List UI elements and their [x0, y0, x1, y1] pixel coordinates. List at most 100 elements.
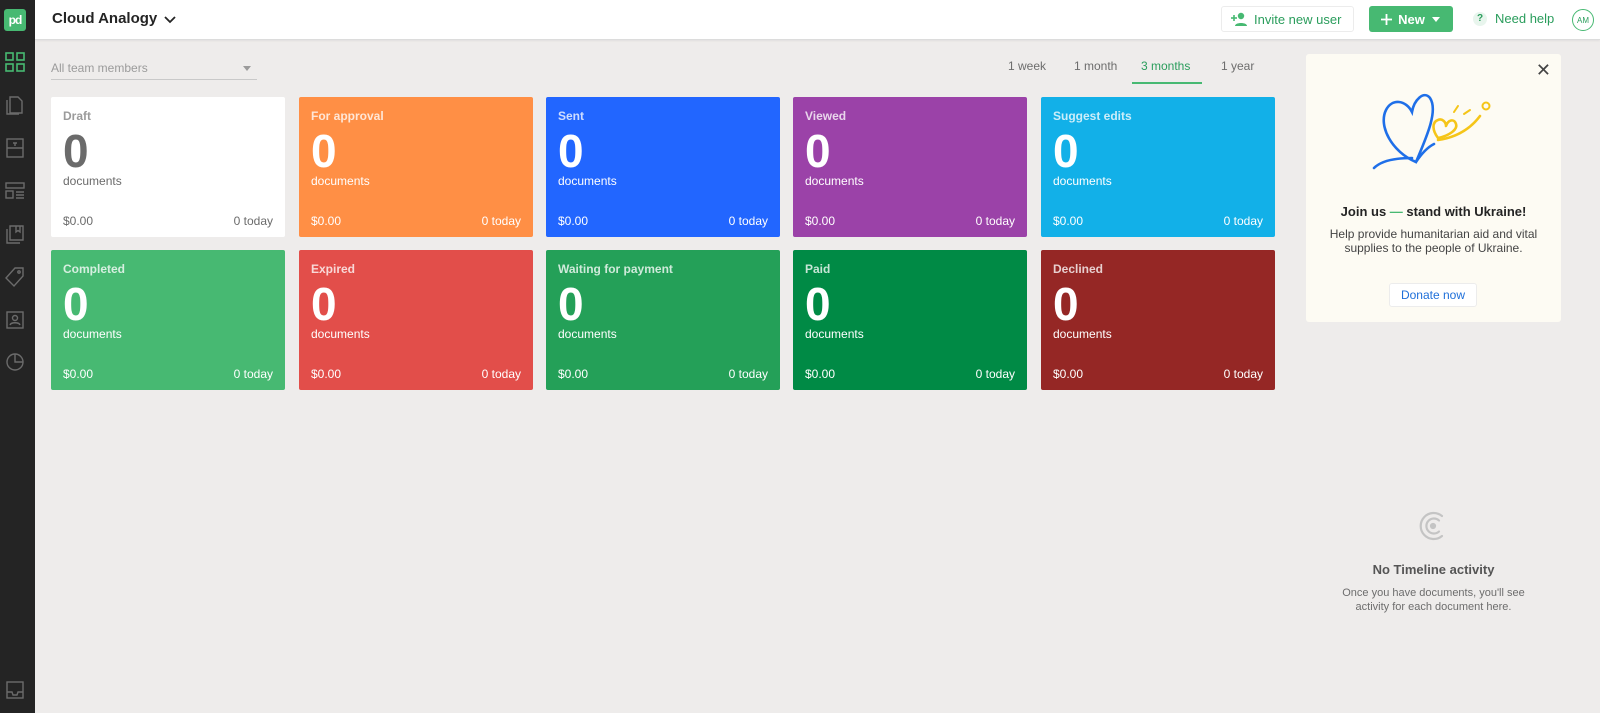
card-title: Paid [805, 262, 831, 276]
caret-down-icon [243, 65, 251, 71]
card-today: 0 today [728, 367, 768, 381]
card-count: 0 [63, 278, 89, 330]
caret-down-icon [1431, 17, 1440, 22]
card-amount: $0.00 [63, 214, 94, 228]
hearts-illustration [1372, 93, 1491, 170]
timeline-empty-text: Once you have documents, you'll see acti… [1342, 587, 1525, 613]
add-user-icon [1231, 12, 1247, 26]
card-suggest-edits[interactable]: Suggest edits 0 documents $0.00 0 today [1041, 97, 1275, 237]
tab-3-months[interactable]: 3 months [1141, 59, 1190, 73]
card-today: 0 today [975, 367, 1015, 381]
team-members-placeholder: All team members [51, 61, 148, 75]
card-amount: $0.00 [311, 214, 342, 228]
card-amount: $0.00 [63, 367, 94, 381]
card-paid[interactable]: Paid 0 documents $0.00 0 today [793, 250, 1027, 390]
help-label: Need help [1495, 11, 1555, 26]
card-today: 0 today [728, 214, 768, 228]
card-title: Sent [558, 109, 585, 123]
card-viewed[interactable]: Viewed 0 documents $0.00 0 today [793, 97, 1027, 237]
card-unit: documents [805, 174, 864, 188]
card-count: 0 [311, 125, 337, 177]
card-unit: documents [63, 327, 122, 341]
dashboard-icon[interactable] [3, 50, 27, 74]
card-declined[interactable]: Declined 0 documents $0.00 0 today [1041, 250, 1275, 390]
workspace-name: Cloud Analogy [52, 10, 158, 27]
ukraine-heading: Join us — stand with Ukraine! [1340, 204, 1527, 219]
card-today: 0 today [1223, 214, 1263, 228]
card-count: 0 [805, 278, 831, 330]
card-unit: documents [558, 327, 617, 341]
card-sent[interactable]: Sent 0 documents $0.00 0 today [546, 97, 780, 237]
workspace-switcher[interactable]: Cloud Analogy [52, 10, 177, 27]
invite-label: Invite new user [1254, 11, 1342, 27]
card-today: 0 today [233, 214, 273, 228]
plus-icon [1381, 13, 1393, 25]
avatar[interactable]: AM [1572, 9, 1594, 31]
card-unit: documents [558, 174, 617, 188]
card-count: 0 [558, 278, 584, 330]
card-today: 0 today [975, 214, 1015, 228]
donate-now-button[interactable]: Donate now [1389, 283, 1477, 307]
tab-1-week[interactable]: 1 week [1008, 59, 1046, 73]
card-amount: $0.00 [311, 367, 342, 381]
card-count: 0 [311, 278, 337, 330]
top-header: Cloud Analogy Invite new user New ? Need… [35, 0, 1600, 40]
card-unit: documents [1053, 327, 1112, 341]
card-draft[interactable]: Draft 0 documents $0.00 0 today [51, 97, 285, 237]
card-amount: $0.00 [805, 214, 836, 228]
sidebar: pd [0, 0, 35, 713]
tab-1-month[interactable]: 1 month [1074, 59, 1117, 73]
forms-icon[interactable] [3, 222, 27, 246]
card-completed[interactable]: Completed 0 documents $0.00 0 today [51, 250, 285, 390]
reports-icon[interactable] [3, 350, 27, 374]
card-waiting-for-payment[interactable]: Waiting for payment 0 documents $0.00 0 t… [546, 250, 780, 390]
card-amount: $0.00 [558, 214, 589, 228]
card-unit: documents [63, 174, 122, 188]
card-amount: $0.00 [805, 367, 836, 381]
timeline-icon [1419, 511, 1444, 541]
card-today: 0 today [1223, 367, 1263, 381]
card-unit: documents [311, 327, 370, 341]
card-count: 0 [1053, 125, 1079, 177]
card-today: 0 today [481, 367, 521, 381]
content-library-icon[interactable] [3, 179, 27, 203]
card-title: Expired [311, 262, 356, 276]
card-unit: documents [805, 327, 864, 341]
close-icon[interactable]: ✕ [1536, 60, 1551, 81]
pandadoc-logo[interactable]: pd [4, 9, 26, 31]
card-amount: $0.00 [1053, 214, 1084, 228]
card-unit: documents [1053, 174, 1112, 188]
documents-icon[interactable] [3, 93, 27, 117]
team-members-select[interactable]: All team members [51, 57, 257, 80]
active-tab-indicator [1132, 82, 1202, 84]
card-title: Waiting for payment [558, 262, 673, 276]
card-count: 0 [1053, 278, 1079, 330]
card-count: 0 [558, 125, 584, 177]
card-title: Draft [63, 109, 92, 123]
tab-1-year[interactable]: 1 year [1221, 59, 1254, 73]
invite-new-user-button[interactable]: Invite new user [1221, 6, 1355, 32]
card-unit: documents [311, 174, 370, 188]
card-title: Suggest edits [1053, 109, 1132, 123]
card-amount: $0.00 [1053, 367, 1084, 381]
new-button[interactable]: New [1369, 6, 1453, 32]
card-count: 0 [63, 125, 89, 177]
card-count: 0 [805, 125, 831, 177]
inbox-icon[interactable] [3, 678, 27, 702]
card-amount: $0.00 [558, 367, 589, 381]
card-title: Viewed [805, 109, 847, 123]
ukraine-banner: ✕ Join us — stand with Ukraine! Help pro… [1306, 54, 1561, 322]
new-label: New [1398, 11, 1425, 27]
contacts-icon[interactable] [3, 308, 27, 332]
need-help-button[interactable]: ? Need help [1473, 11, 1554, 26]
card-today: 0 today [481, 214, 521, 228]
card-title: For approval [311, 109, 384, 123]
card-expired[interactable]: Expired 0 documents $0.00 0 today [299, 250, 533, 390]
card-today: 0 today [233, 367, 273, 381]
card-title: Declined [1053, 262, 1104, 276]
card-for-approval[interactable]: For approval 0 documents $0.00 0 today [299, 97, 533, 237]
card-title: Completed [63, 262, 126, 276]
chevron-down-icon [164, 15, 176, 23]
templates-icon[interactable] [3, 136, 27, 160]
catalog-icon[interactable] [3, 265, 27, 289]
